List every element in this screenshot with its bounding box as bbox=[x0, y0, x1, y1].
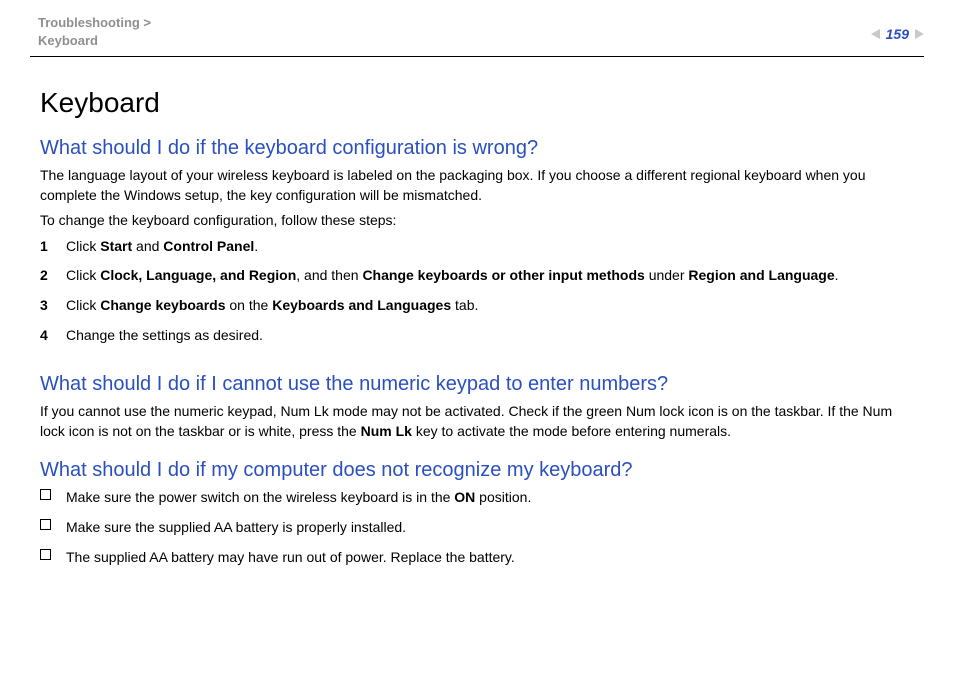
content: Keyboard What should I do if the keyboar… bbox=[0, 57, 954, 577]
step-item: Click Change keyboards on the Keyboards … bbox=[40, 296, 914, 326]
step-item: Change the settings as desired. bbox=[40, 326, 914, 356]
question-heading: What should I do if my computer does not… bbox=[40, 459, 914, 482]
checkbox-icon bbox=[40, 489, 51, 500]
step-list: Click Start and Control Panel. Click Clo… bbox=[40, 237, 914, 355]
next-page-icon[interactable] bbox=[915, 29, 924, 39]
body-text: The language layout of your wireless key… bbox=[40, 166, 914, 205]
page: Troubleshooting > Keyboard 159 Keyboard … bbox=[0, 0, 954, 674]
page-number-nav: 159 bbox=[871, 26, 924, 42]
page-header: Troubleshooting > Keyboard 159 bbox=[30, 0, 924, 57]
checkbox-icon bbox=[40, 549, 51, 560]
check-item: The supplied AA battery may have run out… bbox=[40, 548, 914, 578]
check-item: Make sure the power switch on the wirele… bbox=[40, 488, 914, 518]
check-list: Make sure the power switch on the wirele… bbox=[40, 488, 914, 577]
breadcrumb-line1: Troubleshooting > bbox=[38, 15, 151, 30]
checkbox-icon bbox=[40, 519, 51, 530]
step-item: Click Start and Control Panel. bbox=[40, 237, 914, 267]
check-item: Make sure the supplied AA battery is pro… bbox=[40, 518, 914, 548]
body-text: If you cannot use the numeric keypad, Nu… bbox=[40, 402, 914, 441]
step-item: Click Clock, Language, and Region, and t… bbox=[40, 266, 914, 296]
question-heading: What should I do if I cannot use the num… bbox=[40, 373, 914, 396]
breadcrumb-line2: Keyboard bbox=[38, 33, 98, 48]
page-title: Keyboard bbox=[40, 87, 914, 119]
prev-page-icon[interactable] bbox=[871, 29, 880, 39]
page-number: 159 bbox=[886, 26, 909, 42]
question-heading: What should I do if the keyboard configu… bbox=[40, 137, 914, 160]
breadcrumb: Troubleshooting > Keyboard bbox=[38, 14, 151, 49]
body-text: To change the keyboard configuration, fo… bbox=[40, 211, 914, 231]
